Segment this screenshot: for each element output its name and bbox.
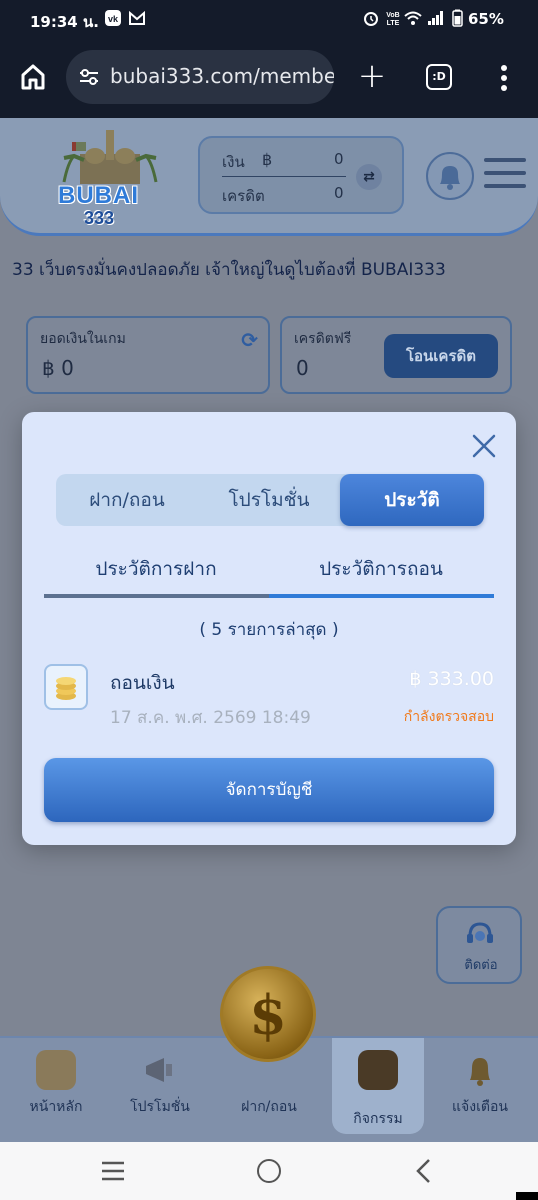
subtab-active-indicator bbox=[269, 594, 494, 598]
browser-toolbar: bubai333.com/membe + :D bbox=[0, 38, 538, 118]
nav-label: หน้าหลัก bbox=[29, 1099, 83, 1115]
tab-promotions[interactable]: โปรโมชั่น bbox=[198, 474, 340, 526]
site-logo[interactable]: BUBAI 333 bbox=[50, 126, 170, 230]
home-icon bbox=[21, 64, 45, 90]
subtab-withdraw-history[interactable]: ประวัติการถอน bbox=[269, 554, 493, 584]
nav-label: กิจกรรม bbox=[353, 1111, 403, 1127]
money-label: เงิน bbox=[222, 153, 245, 171]
coins-icon bbox=[44, 664, 88, 710]
nav-label: ฝาก/ถอน bbox=[241, 1099, 297, 1115]
megaphone-icon bbox=[146, 1058, 172, 1082]
money-value: 0 bbox=[334, 150, 344, 168]
more-vert-icon bbox=[501, 65, 507, 91]
status-bar: 19:34 น. vk VoB LTE 65% bbox=[0, 0, 538, 38]
contact-label: ติดต่อ bbox=[464, 958, 498, 973]
clock: 19:34 น. bbox=[30, 13, 99, 31]
recent-count-label: ( 5 รายการล่าสุด ) bbox=[199, 620, 339, 640]
game-balance-label: ยอดเงินในเกม bbox=[40, 331, 126, 347]
credit-label: เครดิต bbox=[222, 187, 265, 205]
nav-label: แจ้งเตือน bbox=[452, 1099, 508, 1115]
transfer-credit-button[interactable]: โอนเครดิต bbox=[384, 334, 498, 378]
close-button[interactable] bbox=[468, 430, 500, 462]
site-settings-icon[interactable] bbox=[78, 66, 100, 88]
history-modal: ฝาก/ถอน โปรโมชั่น ประวัติ ประวัติการฝาก … bbox=[22, 412, 516, 845]
home-chest-icon bbox=[36, 1050, 76, 1090]
browser-home-button[interactable] bbox=[14, 58, 52, 96]
modal-tabbar: ฝาก/ถอน โปรโมชั่น ประวัติ bbox=[56, 474, 484, 526]
bell-icon bbox=[440, 166, 460, 190]
tab-history[interactable]: ประวัติ bbox=[340, 474, 484, 526]
gmail-icon bbox=[128, 9, 146, 27]
hamburger-line bbox=[484, 171, 526, 175]
svg-text:VoB: VoB bbox=[386, 12, 399, 19]
transaction-date: 17 ส.ค. พ.ศ. 2569 18:49 bbox=[110, 708, 311, 728]
transaction-status: กำลังตรวจสอบ bbox=[403, 709, 494, 725]
hamburger-line bbox=[484, 184, 526, 188]
nav-home[interactable]: หน้าหลัก bbox=[6, 1038, 106, 1144]
wifi-icon bbox=[404, 9, 422, 27]
tab-deposit-withdraw[interactable]: ฝาก/ถอน bbox=[56, 474, 198, 526]
system-back-button[interactable] bbox=[412, 1158, 436, 1184]
free-credit-card: เครดิตฟรี 0 โอนเครดิต bbox=[280, 316, 512, 394]
site-header: BUBAI 333 เงิน ฿ 0 เครดิต 0 ⇄ bbox=[0, 118, 538, 236]
game-balance-value: ฿ 0 bbox=[42, 356, 74, 380]
new-tab-button[interactable]: + bbox=[356, 59, 388, 93]
address-bar[interactable]: bubai333.com/membe bbox=[66, 50, 334, 104]
subtab-deposit-history[interactable]: ประวัติการฝาก bbox=[44, 554, 268, 584]
divider bbox=[222, 176, 346, 177]
subtab-underline bbox=[44, 594, 494, 598]
svg-text:LTE: LTE bbox=[387, 20, 400, 27]
back-icon bbox=[416, 1159, 430, 1183]
calendar-icon bbox=[358, 1050, 398, 1090]
url-text[interactable]: bubai333.com/membe bbox=[110, 64, 334, 88]
headset-icon bbox=[467, 922, 493, 943]
tab-switcher-button[interactable]: :D bbox=[426, 64, 452, 90]
logo-skyline-icon bbox=[62, 130, 158, 184]
recents-button[interactable] bbox=[100, 1160, 126, 1182]
currency-symbol: ฿ bbox=[262, 150, 273, 169]
announcement-marquee: 33 เว็บตรงมั่นคงปลอดภัย เจ้าใหญ่ในดูไบต้… bbox=[12, 260, 446, 280]
system-navigation-bar bbox=[0, 1142, 538, 1200]
bell-icon bbox=[470, 1058, 490, 1086]
transaction-amount: ฿ 333.00 bbox=[409, 668, 494, 690]
browser-menu-button[interactable] bbox=[494, 62, 514, 94]
battery-level: 65% bbox=[468, 10, 504, 28]
battery-icon bbox=[448, 9, 466, 27]
transaction-title: ถอนเงิน bbox=[110, 672, 175, 694]
svg-text:vk: vk bbox=[108, 14, 119, 24]
close-icon bbox=[472, 434, 496, 458]
logo-number: 333 bbox=[84, 208, 115, 228]
game-balance-card: ยอดเงินในเกม ฿ 0 ⟳ bbox=[26, 316, 270, 394]
nav-activities[interactable]: กิจกรรม bbox=[328, 1038, 428, 1144]
nav-promotions[interactable]: โปรโมชั่น bbox=[110, 1038, 210, 1144]
system-home-button[interactable] bbox=[257, 1159, 281, 1183]
menu-button[interactable] bbox=[484, 158, 526, 190]
credit-value: 0 bbox=[334, 184, 344, 202]
notification-button[interactable] bbox=[426, 152, 474, 200]
free-credit-value: 0 bbox=[296, 356, 309, 380]
nav-notifications[interactable]: แจ้งเตือน bbox=[430, 1038, 530, 1144]
refresh-icon[interactable]: ⟳ bbox=[241, 328, 258, 352]
swap-icon[interactable]: ⇄ bbox=[356, 164, 382, 190]
nav-label: โปรโมชั่น bbox=[130, 1099, 190, 1115]
lte-icon: VoB LTE bbox=[384, 9, 402, 27]
recents-icon bbox=[102, 1161, 124, 1181]
free-credit-label: เครดิตฟรี bbox=[294, 331, 352, 347]
vk-icon: vk bbox=[104, 9, 122, 27]
contact-button[interactable]: ติดต่อ bbox=[436, 906, 522, 984]
hamburger-line bbox=[484, 158, 526, 162]
logo-text: BUBAI bbox=[58, 182, 139, 209]
balance-summary: เงิน ฿ 0 เครดิต 0 ⇄ bbox=[198, 136, 404, 214]
corner-artifact bbox=[516, 1192, 538, 1200]
alarm-icon bbox=[362, 9, 380, 27]
deposit-coin-button[interactable]: $ bbox=[220, 966, 316, 1062]
dollar-coin-icon: $ bbox=[249, 983, 287, 1047]
manage-account-button[interactable]: จัดการบัญชี bbox=[44, 758, 494, 822]
signal-icon bbox=[426, 9, 444, 27]
